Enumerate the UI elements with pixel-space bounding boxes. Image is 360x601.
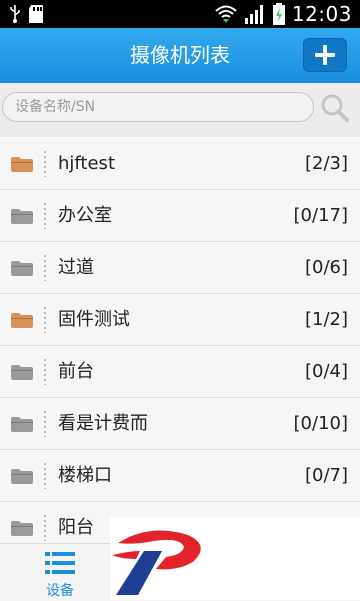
group-count: [1/2] [304, 309, 348, 330]
usb-icon [10, 5, 20, 23]
separator-dots [44, 359, 46, 385]
group-name: 前台 [58, 361, 94, 382]
separator-dots [44, 255, 46, 281]
group-name: 楼梯口 [58, 465, 112, 486]
list-item[interactable]: 过道 [0/6] [0, 242, 360, 294]
brand-logo [112, 530, 201, 595]
wifi-icon [215, 5, 237, 23]
group-count: [0/17] [293, 205, 348, 226]
app-header: 摄像机列表 [0, 28, 360, 83]
group-name: 办公室 [58, 205, 112, 226]
separator-dots [44, 411, 46, 437]
group-name: hjftest [58, 153, 115, 174]
tab-devices[interactable]: 设备 [30, 548, 90, 600]
folder-icon [11, 521, 33, 536]
battery-icon [272, 3, 285, 25]
group-name: 固件测试 [58, 309, 130, 330]
group-name: 看是计费而 [58, 413, 148, 434]
group-count: [0/10] [293, 413, 348, 434]
status-bar: 12:03 [0, 0, 360, 28]
folder-icon [11, 157, 33, 172]
group-count: [0/6] [304, 257, 348, 278]
group-count: [0/4] [304, 361, 348, 382]
camera-group-list: hjftest [2/3] 办公室 [0/17] 过道 [0/6] 固件测试 [… [0, 138, 360, 554]
separator-dots [44, 151, 46, 177]
separator-dots [44, 515, 46, 541]
list-item[interactable]: 看是计费而 [0/10] [0, 398, 360, 450]
list-item[interactable]: 前台 [0/4] [0, 346, 360, 398]
list-item[interactable]: hjftest [2/3] [0, 138, 360, 190]
folder-icon [11, 261, 33, 276]
separator-dots [44, 463, 46, 489]
group-name: 过道 [58, 257, 94, 278]
separator-dots [44, 203, 46, 229]
add-camera-button[interactable] [303, 38, 347, 72]
search-bar [0, 83, 360, 137]
search-icon[interactable] [320, 93, 350, 123]
folder-icon [11, 313, 33, 328]
group-count: [0/7] [304, 465, 348, 486]
folder-icon [11, 209, 33, 224]
signal-icon [244, 5, 263, 24]
folder-icon [11, 417, 33, 432]
logo-overlay [110, 517, 360, 600]
list-item[interactable]: 固件测试 [1/2] [0, 294, 360, 346]
group-count: [2/3] [304, 153, 348, 174]
search-input[interactable] [2, 92, 314, 122]
list-item[interactable]: 办公室 [0/17] [0, 190, 360, 242]
list-icon [45, 552, 75, 574]
separator-dots [44, 307, 46, 333]
folder-icon [11, 365, 33, 380]
tab-label: 设备 [46, 583, 74, 599]
folder-icon [11, 469, 33, 484]
status-time: 12:03 [291, 2, 352, 26]
list-item[interactable]: 楼梯口 [0/7] [0, 450, 360, 502]
sd-card-icon [29, 5, 43, 23]
